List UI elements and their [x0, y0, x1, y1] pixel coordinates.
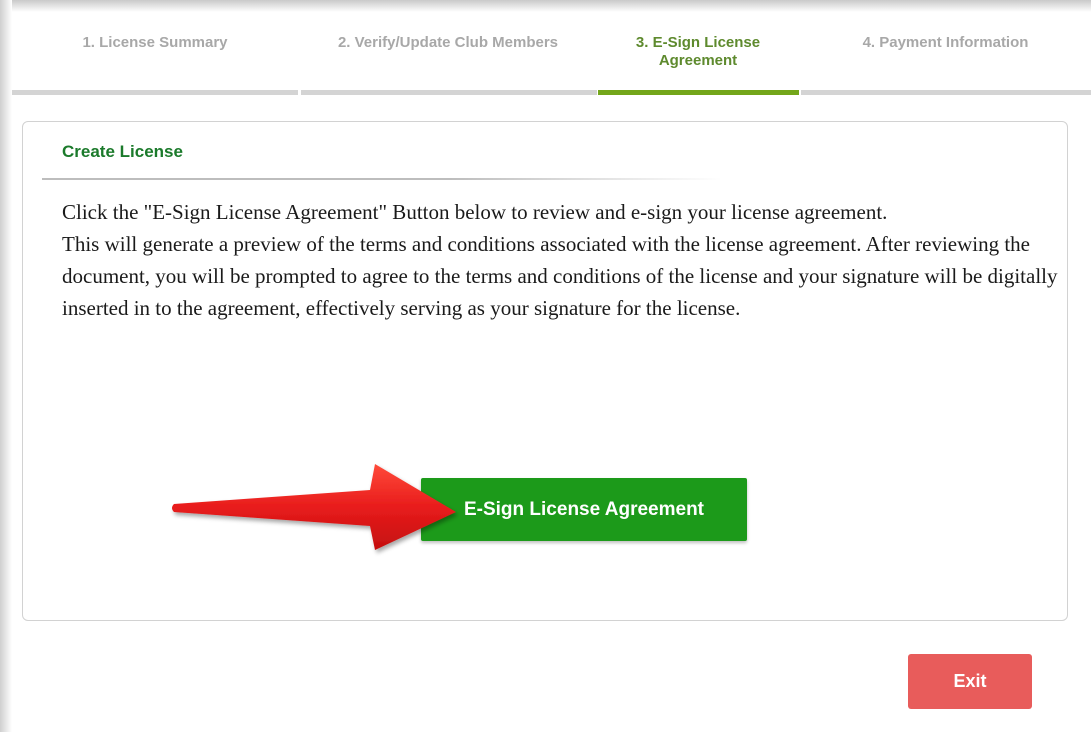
panel-title: Create License: [62, 142, 183, 161]
step-progress-bar: [801, 90, 1091, 95]
instruction-paragraph: Click the "E-Sign License Agreement" But…: [62, 200, 888, 224]
step-progress-bar: [301, 90, 597, 95]
exit-button[interactable]: Exit: [908, 654, 1032, 709]
step-label-line2: Agreement: [658, 52, 738, 69]
step-label-line1: 3. E-Sign License: [635, 34, 761, 51]
esign-license-agreement-button[interactable]: E-Sign License Agreement: [421, 478, 747, 541]
step-license-summary[interactable]: 1. License Summary: [12, 34, 298, 52]
panel-divider: [42, 178, 722, 180]
step-label: 4. Payment Information: [862, 34, 1029, 51]
step-payment-information[interactable]: 4. Payment Information: [800, 34, 1091, 52]
step-verify-club-members[interactable]: 2. Verify/Update Club Members: [300, 34, 596, 52]
panel-instructions: Click the "E-Sign License Agreement" But…: [62, 196, 1062, 324]
wizard-steps: 1. License Summary 2. Verify/Update Club…: [12, 12, 1091, 96]
step-label: 1. License Summary: [82, 34, 228, 51]
step-progress-bar: [12, 90, 298, 95]
window-shadow-top: [0, 0, 1091, 12]
instruction-paragraph: This will generate a preview of the term…: [62, 232, 1058, 320]
step-esign-license-agreement[interactable]: 3. E-Sign License Agreement: [598, 34, 798, 70]
window-shadow-left: [0, 0, 12, 732]
step-progress-bar-active: [598, 90, 799, 95]
page-frame: 1. License Summary 2. Verify/Update Club…: [0, 0, 1091, 732]
step-label: 2. Verify/Update Club Members: [337, 34, 559, 51]
red-arrow-icon: [172, 464, 456, 550]
